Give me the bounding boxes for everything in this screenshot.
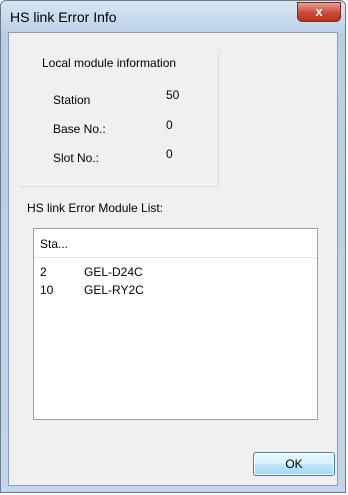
error-module-list-label: HS link Error Module List: (27, 201, 164, 215)
list-item-module: GEL-D24C (84, 265, 143, 279)
list-item[interactable]: 10 GEL-RY2C (34, 283, 317, 299)
list-item-station: 2 (40, 265, 47, 279)
slot-no-value: 0 (166, 147, 173, 161)
base-no-label: Base No.: (53, 122, 106, 136)
local-info-heading: Local module information (42, 56, 177, 70)
title-bar[interactable]: HS link Error Info x (1, 1, 345, 33)
slot-no-label: Slot No.: (53, 151, 100, 165)
ok-button[interactable]: OK (253, 452, 335, 476)
list-item-station: 10 (40, 283, 54, 297)
list-item[interactable]: 2 GEL-D24C (34, 265, 317, 281)
station-value: 50 (166, 88, 180, 102)
local-info-group (19, 54, 219, 187)
error-module-list[interactable]: Sta... 2 GEL-D24C 10 GEL-RY2C (33, 228, 318, 420)
close-button[interactable]: x (297, 2, 341, 22)
column-header-station[interactable]: Sta... (40, 237, 68, 251)
window-title: HS link Error Info (10, 9, 117, 25)
close-icon: x (315, 4, 323, 19)
list-item-module: GEL-RY2C (84, 283, 144, 297)
base-no-value: 0 (166, 118, 173, 132)
station-label: Station (53, 93, 91, 107)
list-header: Sta... (34, 229, 317, 258)
